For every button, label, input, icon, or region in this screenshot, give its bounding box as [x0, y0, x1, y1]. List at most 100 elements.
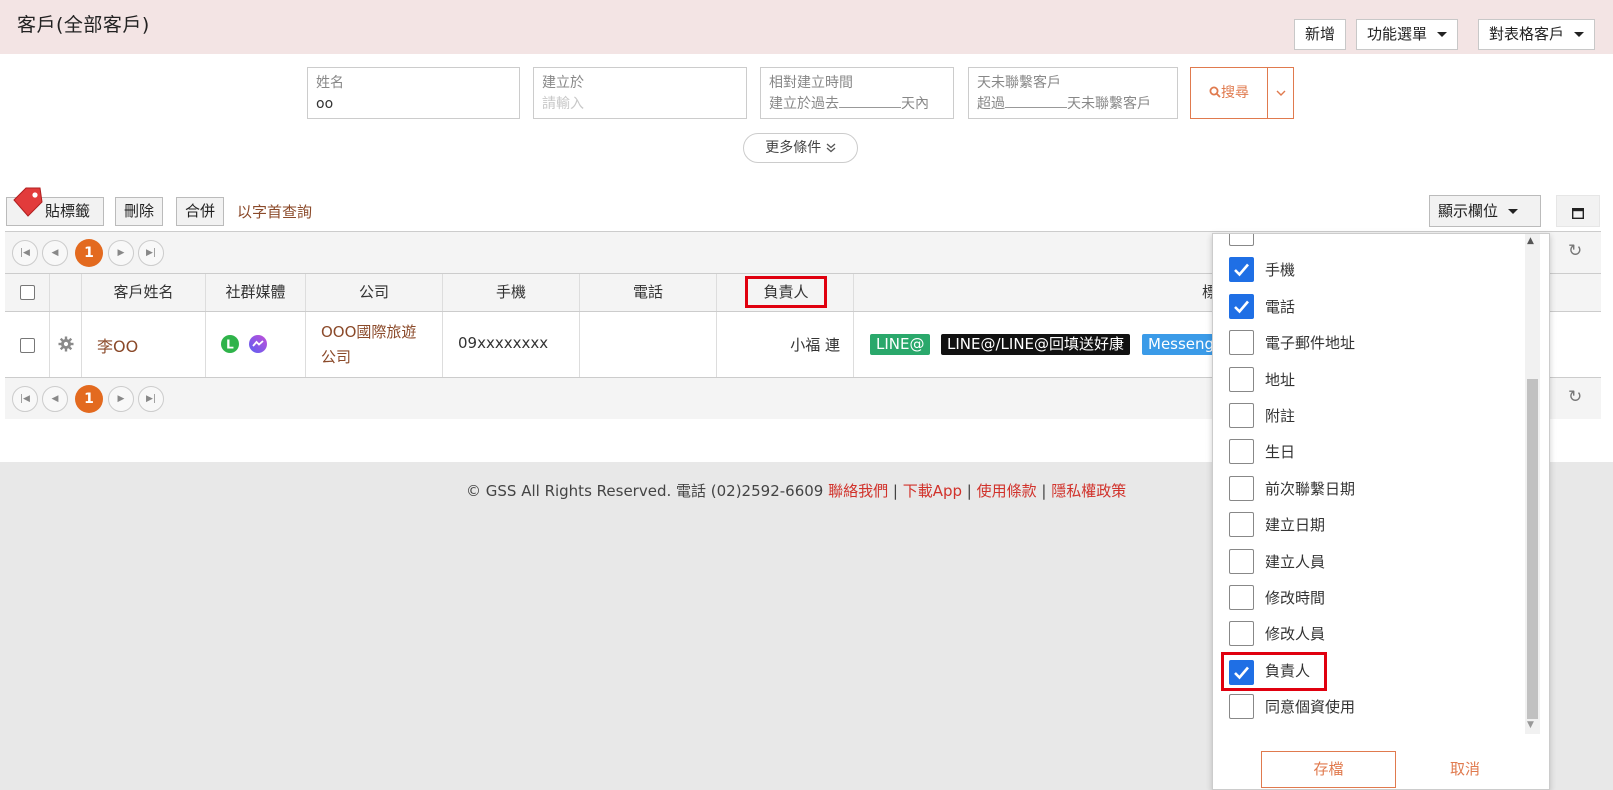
terms-link[interactable]: 使用條款 — [977, 482, 1037, 500]
refresh-icon[interactable]: ↻ — [1568, 387, 1582, 407]
last-page-button[interactable]: ▶| — [138, 386, 164, 412]
column-option[interactable]: 負責人 — [1221, 651, 1327, 691]
search-options-toggle[interactable] — [1267, 67, 1294, 119]
column-option-checkbox[interactable] — [1229, 257, 1254, 283]
scrollbar-thumb[interactable] — [1527, 379, 1538, 719]
double-chevron-down-icon — [826, 143, 836, 153]
next-page-button[interactable]: ▶ — [108, 240, 134, 266]
column-option[interactable]: 地址 — [1229, 366, 1509, 403]
column-option[interactable]: 電子郵件地址 — [1229, 330, 1509, 366]
column-option-checkbox[interactable] — [1229, 366, 1254, 392]
column-option[interactable] — [1229, 234, 1509, 257]
maximize-button[interactable] — [1556, 195, 1600, 227]
no-contact-filter[interactable]: 天未聯繫客戶 超過 天未聯繫客戶 — [968, 67, 1178, 119]
download-app-link[interactable]: 下載App — [903, 482, 962, 500]
tag-badge[interactable]: Messeng — [1142, 334, 1221, 355]
column-option-checkbox[interactable] — [1229, 330, 1254, 356]
relative-days-input[interactable] — [839, 94, 901, 108]
column-option-label: 電子郵件地址 — [1265, 334, 1356, 353]
last-page-button[interactable]: ▶| — [138, 240, 164, 266]
current-page[interactable]: 1 — [75, 385, 103, 413]
delete-button-label: 刪除 — [124, 202, 155, 220]
search-button[interactable]: 搜尋 — [1190, 67, 1268, 119]
relative-time-row: 建立於過去 天內 — [769, 93, 945, 115]
scroll-down-arrow-icon[interactable]: ▼ — [1527, 720, 1534, 730]
no-contact-days-input[interactable] — [1005, 94, 1067, 108]
column-option[interactable]: 建立人員 — [1229, 548, 1509, 585]
customer-name-link[interactable]: 李OO — [97, 333, 138, 357]
function-menu-button[interactable]: 功能選單 — [1356, 19, 1459, 50]
column-option[interactable]: 電話 — [1229, 293, 1509, 330]
created-filter-placeholder[interactable]: 請輸入 — [542, 93, 738, 115]
col-phone[interactable]: 電話 — [580, 274, 717, 311]
search-icon — [1209, 86, 1221, 98]
column-option-checkbox[interactable] — [1229, 694, 1254, 720]
column-option-label: 地址 — [1265, 370, 1296, 389]
first-page-button[interactable]: |◀ — [12, 386, 38, 412]
delete-button[interactable]: 刪除 — [115, 197, 164, 226]
column-option-checkbox[interactable] — [1229, 475, 1254, 501]
column-option-checkbox[interactable] — [1229, 403, 1254, 428]
col-customer-name[interactable]: 客戶姓名 — [82, 274, 206, 311]
display-columns-button[interactable]: 顯示欄位 — [1429, 195, 1541, 227]
more-conditions-button[interactable]: 更多條件 — [743, 133, 858, 163]
prev-page-button[interactable]: ◀ — [42, 386, 68, 412]
relative-time-filter[interactable]: 相對建立時間 建立於過去 天內 — [760, 67, 954, 119]
no-contact-row: 超過 天未聯繫客戶 — [977, 93, 1169, 115]
caret-down-icon — [1574, 32, 1585, 37]
refresh-icon[interactable]: ↻ — [1568, 241, 1582, 261]
column-option-label: 手機 — [1265, 261, 1296, 280]
row-action-cell — [50, 312, 82, 377]
row-social-cell: L — [206, 312, 306, 377]
column-option[interactable]: 修改時間 — [1229, 585, 1509, 621]
no-contact-prefix: 超過 — [977, 96, 1005, 112]
first-page-button[interactable]: |◀ — [12, 240, 38, 266]
column-option-checkbox[interactable] — [1229, 293, 1254, 319]
add-button[interactable]: 新增 — [1294, 19, 1347, 50]
next-page-button[interactable]: ▶ — [108, 386, 134, 412]
tag-badge[interactable]: LINE@ — [870, 334, 931, 355]
col-social-media[interactable]: 社群媒體 — [206, 274, 306, 311]
column-option[interactable]: 手機 — [1229, 257, 1509, 293]
row-checkbox[interactable] — [20, 338, 35, 353]
name-filter-value[interactable]: oo — [316, 93, 511, 115]
column-option[interactable]: 附註 — [1229, 403, 1509, 439]
column-option-checkbox[interactable] — [1229, 621, 1254, 647]
column-option[interactable]: 同意個資使用 — [1229, 694, 1509, 730]
row-mobile-cell: 09xxxxxxxx — [443, 312, 580, 377]
select-all-checkbox[interactable] — [20, 285, 35, 300]
column-option-label: 同意個資使用 — [1265, 698, 1356, 717]
merge-button[interactable]: 合併 — [176, 197, 225, 226]
gear-icon[interactable] — [58, 336, 74, 352]
contact-link[interactable]: 聯絡我們 — [828, 482, 888, 500]
company-link[interactable]: OOO國際旅遊 公司 — [321, 320, 416, 370]
row-owner-cell: 小福 連 — [717, 312, 854, 377]
prev-page-button[interactable]: ◀ — [42, 240, 68, 266]
column-option[interactable]: 生日 — [1229, 439, 1509, 475]
privacy-link[interactable]: 隱私權政策 — [1051, 482, 1126, 500]
column-option-label: 生日 — [1265, 443, 1296, 462]
messenger-icon[interactable] — [249, 335, 267, 353]
column-option-checkbox[interactable] — [1229, 234, 1254, 246]
created-filter[interactable]: 建立於 請輸入 — [533, 67, 747, 119]
column-option-checkbox[interactable] — [1229, 585, 1254, 610]
table-view-button[interactable]: 對表格客戶 — [1478, 19, 1596, 50]
column-option-checkbox[interactable] — [1229, 659, 1254, 685]
cancel-button[interactable]: 取消 — [1435, 751, 1495, 788]
name-filter[interactable]: 姓名 oo — [307, 67, 520, 119]
line-icon[interactable]: L — [221, 335, 239, 353]
column-option-label: 修改時間 — [1265, 589, 1326, 607]
az-search-link[interactable]: 以字首查詢 — [237, 201, 312, 222]
column-option[interactable]: 建立日期 — [1229, 512, 1509, 548]
save-button[interactable]: 存檔 — [1261, 751, 1396, 788]
col-owner[interactable]: 負責人 — [745, 276, 827, 308]
tag-badge[interactable]: LINE@/LINE@回填送好康 — [941, 334, 1131, 355]
current-page[interactable]: 1 — [75, 239, 103, 267]
col-company[interactable]: 公司 — [306, 274, 443, 311]
col-mobile[interactable]: 手機 — [443, 274, 580, 311]
scroll-up-arrow-icon[interactable]: ▲ — [1527, 236, 1534, 246]
column-option[interactable]: 前次聯繫日期 — [1229, 475, 1509, 512]
column-option-checkbox[interactable] — [1229, 439, 1254, 465]
column-option-checkbox[interactable] — [1229, 548, 1254, 574]
column-option-checkbox[interactable] — [1229, 512, 1254, 538]
